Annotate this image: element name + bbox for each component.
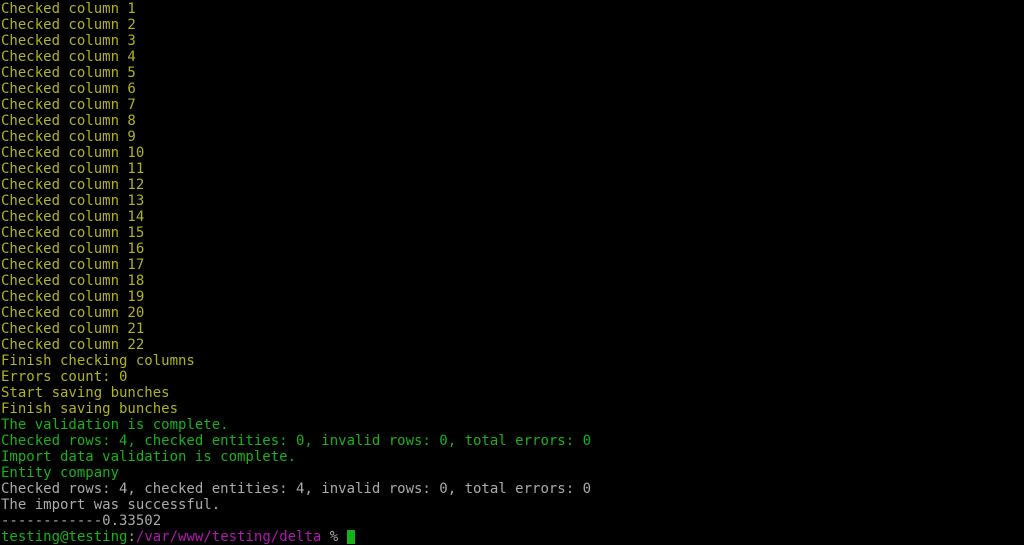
terminal-line: Checked column 15 [1, 225, 1024, 241]
prompt-colon: : [127, 529, 135, 545]
terminal-line: Checked rows: 4, checked entities: 0, in… [1, 433, 1024, 449]
terminal-line: Checked column 7 [1, 97, 1024, 113]
terminal-line: Checked column 17 [1, 257, 1024, 273]
terminal-line: Checked column 18 [1, 273, 1024, 289]
terminal-line: Errors count: 0 [1, 369, 1024, 385]
terminal-line: The validation is complete. [1, 417, 1024, 433]
terminal-line: Import data validation is complete. [1, 449, 1024, 465]
terminal-line: Finish checking columns [1, 353, 1024, 369]
terminal-line: Checked column 21 [1, 321, 1024, 337]
terminal-line: Checked column 11 [1, 161, 1024, 177]
terminal-line: Checked column 3 [1, 33, 1024, 49]
prompt-at: @ [60, 529, 68, 545]
terminal-line: Checked column 19 [1, 289, 1024, 305]
terminal-line: Checked rows: 4, checked entities: 4, in… [1, 481, 1024, 497]
terminal-line: Checked column 8 [1, 113, 1024, 129]
terminal-line: Checked column 10 [1, 145, 1024, 161]
terminal-output[interactable]: Checked column 1Checked column 2Checked … [1, 1, 1024, 545]
terminal-line: Finish saving bunches [1, 401, 1024, 417]
terminal-line: ------------0.33502 [1, 513, 1024, 529]
terminal-line: Checked column 16 [1, 241, 1024, 257]
prompt-host: testing [68, 529, 127, 545]
terminal-line: Checked column 1 [1, 1, 1024, 17]
terminal-line: Checked column 9 [1, 129, 1024, 145]
terminal-line: The import was successful. [1, 497, 1024, 513]
terminal-line: Checked column 4 [1, 49, 1024, 65]
terminal-line: Checked column 13 [1, 193, 1024, 209]
terminal-line: Checked column 12 [1, 177, 1024, 193]
terminal-line: Checked column 14 [1, 209, 1024, 225]
cursor-icon [347, 530, 355, 544]
prompt-percent: % [321, 529, 346, 545]
terminal-line: Checked column 20 [1, 305, 1024, 321]
terminal-line: Start saving bunches [1, 385, 1024, 401]
prompt-path: /var/www/testing/delta [136, 529, 321, 545]
shell-prompt[interactable]: testing@testing:/var/www/testing/delta % [1, 529, 1024, 545]
terminal-line: Checked column 5 [1, 65, 1024, 81]
terminal-line: Entity company [1, 465, 1024, 481]
terminal-line: Checked column 22 [1, 337, 1024, 353]
prompt-user: testing [1, 529, 60, 545]
terminal-line: Checked column 6 [1, 81, 1024, 97]
terminal-line: Checked column 2 [1, 17, 1024, 33]
